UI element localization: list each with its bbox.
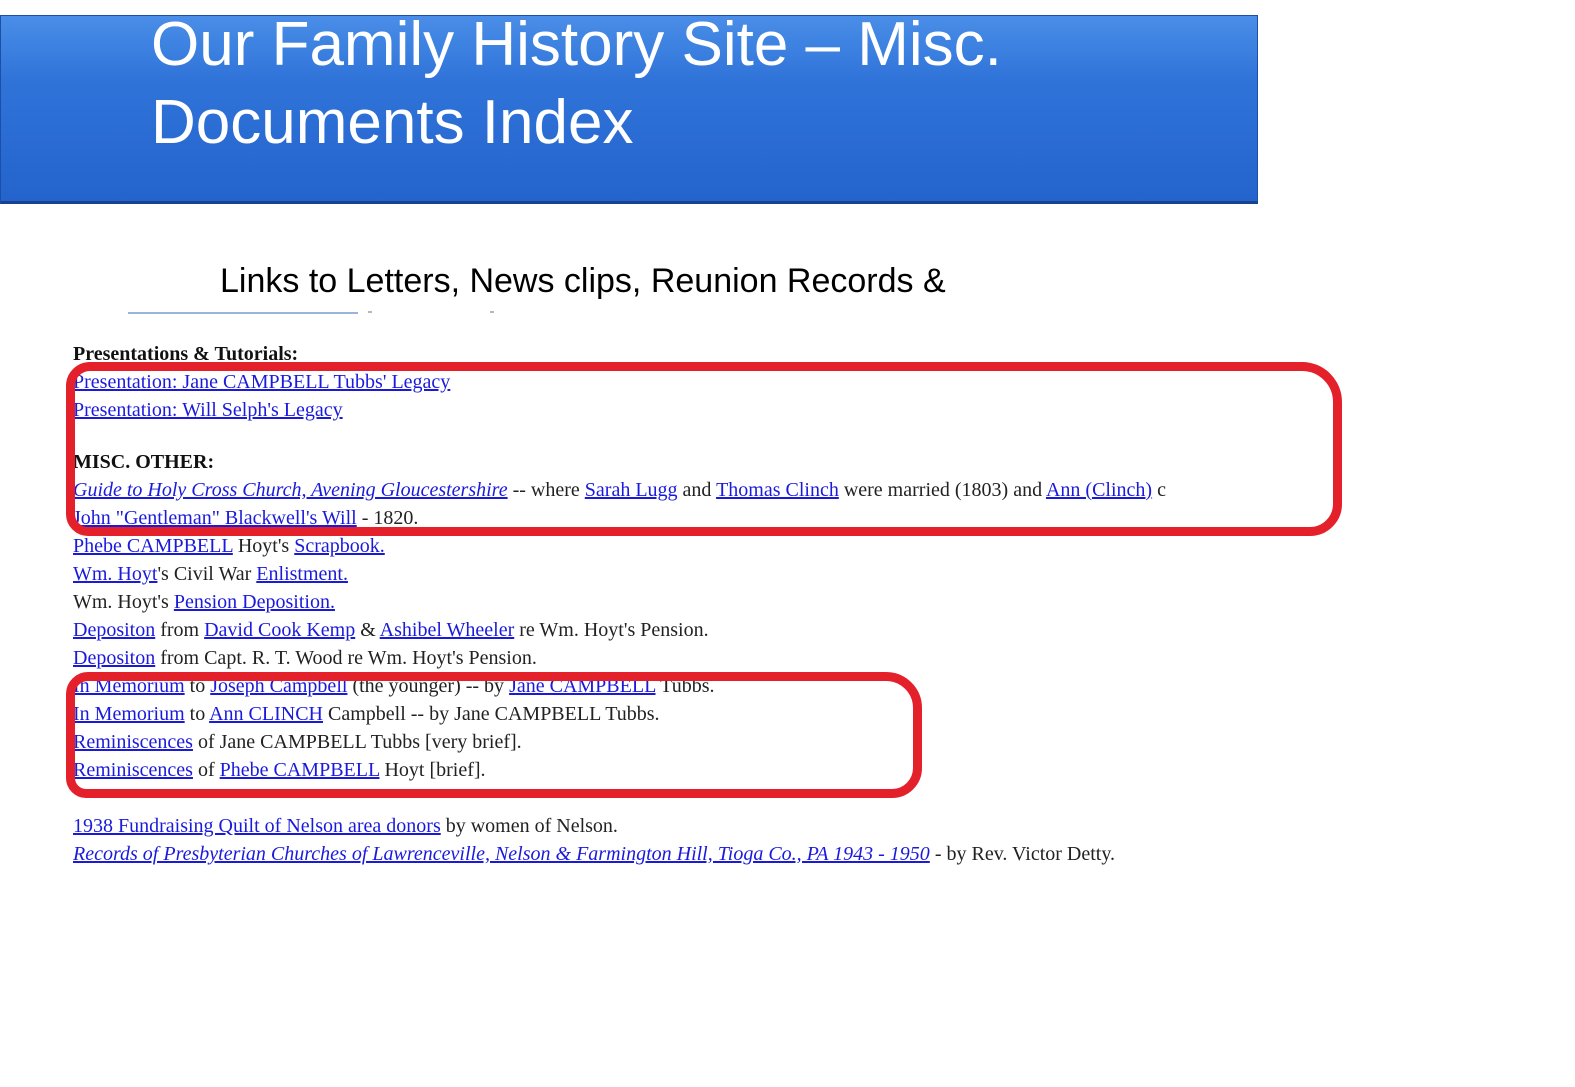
depositon-link[interactable]: Depositon	[73, 619, 155, 641]
list-text: 's Civil War	[157, 563, 257, 585]
blackwell-will-link[interactable]: John "Gentleman" Blackwell's Will	[73, 507, 357, 529]
slide-subtitle: Links to Letters, News clips, Reunion Re…	[220, 262, 946, 300]
depositon-link[interactable]: Depositon	[73, 647, 155, 669]
list-item: In Memorium to Joseph Campbell (the youn…	[73, 672, 714, 700]
list-text: re Wm. Hoyt's Pension.	[514, 619, 709, 641]
quilt-link[interactable]: 1938 Fundraising Quilt of Nelson area do…	[73, 815, 441, 837]
reminiscences-link[interactable]: Reminiscences	[73, 731, 193, 753]
list-item: Wm. Hoyt's Civil War Enlistment.	[73, 560, 348, 588]
cropped-text-fragment	[368, 311, 372, 313]
phebe-campbell-link[interactable]: Phebe CAMPBELL	[220, 759, 380, 781]
list-text: from Capt. R. T. Wood re Wm. Hoyt's Pens…	[155, 647, 537, 669]
david-cook-kemp-link[interactable]: David Cook Kemp	[204, 619, 355, 641]
list-text: - 1820.	[356, 507, 419, 529]
list-text: to	[184, 675, 211, 697]
list-item: Reminiscences of Jane CAMPBELL Tubbs [ve…	[73, 728, 522, 756]
list-text: Wm. Hoyt's	[73, 591, 174, 613]
list-text: to	[184, 703, 210, 725]
enlistment-link[interactable]: Enlistment.	[256, 563, 348, 585]
cropped-text-fragment	[490, 311, 494, 313]
reminiscences-link[interactable]: Reminiscences	[73, 759, 193, 781]
list-item: Phebe CAMPBELL Hoyt's Scrapbook.	[73, 532, 385, 560]
list-text: and	[677, 479, 717, 501]
list-item: John "Gentleman" Blackwell's Will - 1820…	[73, 504, 418, 532]
sarah-lugg-link[interactable]: Sarah Lugg	[585, 479, 678, 501]
list-text: of Jane CAMPBELL Tubbs [very brief].	[192, 731, 522, 753]
list-text: (the younger) -- by	[347, 675, 510, 697]
slide-title-bar: Our Family History Site – Misc. Document…	[0, 15, 1258, 204]
cropped-text-fragment	[128, 312, 358, 314]
list-item: Depositon from David Cook Kemp & Ashibel…	[73, 616, 709, 644]
list-text: c	[1152, 479, 1166, 501]
phebe-campbell-link[interactable]: Phebe CAMPBELL	[73, 535, 233, 557]
list-text: &	[355, 619, 380, 641]
presentations-heading: Presentations & Tutorials:	[73, 343, 299, 365]
list-item: Guide to Holy Cross Church, Avening Glou…	[73, 476, 1166, 504]
wm-hoyt-link[interactable]: Wm. Hoyt	[73, 563, 157, 585]
jane-campbell-link[interactable]: Jane CAMPBELL	[509, 675, 655, 697]
list-text: -- where	[507, 479, 585, 501]
list-text: Hoyt [brief].	[379, 759, 486, 781]
pension-deposition-link[interactable]: Pension Deposition.	[174, 591, 335, 613]
ashibel-wheeler-link[interactable]: Ashibel Wheeler	[380, 619, 515, 641]
list-text: by women of Nelson.	[440, 815, 618, 837]
slide-title: Our Family History Site – Misc. Document…	[151, 15, 1002, 157]
scrapbook-link[interactable]: Scrapbook.	[294, 535, 385, 557]
thomas-clinch-link[interactable]: Thomas Clinch	[716, 479, 839, 501]
presbyterian-records-link[interactable]: Records of Presbyterian Churches of Lawr…	[73, 843, 930, 865]
list-item: 1938 Fundraising Quilt of Nelson area do…	[73, 812, 618, 840]
in-memorium-link[interactable]: In Memorium	[73, 675, 185, 697]
in-memorium-link[interactable]: In Memorium	[73, 703, 185, 725]
list-text: from	[155, 619, 205, 641]
list-item: In Memorium to Ann CLINCH Campbell -- by…	[73, 700, 660, 728]
list-item: Wm. Hoyt's Pension Deposition.	[73, 588, 335, 616]
list-text: - by Rev. Victor Detty.	[929, 843, 1116, 865]
list-item: Records of Presbyterian Churches of Lawr…	[73, 840, 1115, 868]
ann-clinch-link[interactable]: Ann (Clinch)	[1046, 479, 1152, 501]
guide-holy-cross-link[interactable]: Guide to Holy Cross Church, Avening Glou…	[73, 479, 508, 501]
list-text: of	[192, 759, 220, 781]
list-text: Hoyt's	[232, 535, 295, 557]
misc-other-heading: MISC. OTHER:	[73, 451, 215, 473]
presentation-jane-link[interactable]: Presentation: Jane CAMPBELL Tubbs' Legac…	[73, 371, 450, 393]
list-text: Campbell -- by Jane CAMPBELL Tubbs.	[323, 703, 660, 725]
list-text: Tubbs.	[655, 675, 715, 697]
list-text: were married (1803) and	[838, 479, 1046, 501]
embedded-document-screenshot: Presentations & Tutorials: Presentation:…	[73, 340, 1403, 880]
joseph-campbell-link[interactable]: Joseph Campbell	[210, 675, 347, 697]
list-item: Reminiscences of Phebe CAMPBELL Hoyt [br…	[73, 756, 486, 784]
presentation-will-link[interactable]: Presentation: Will Selph's Legacy	[73, 399, 343, 421]
ann-clinch-link[interactable]: Ann CLINCH	[209, 703, 323, 725]
list-item: Depositon from Capt. R. T. Wood re Wm. H…	[73, 644, 537, 672]
